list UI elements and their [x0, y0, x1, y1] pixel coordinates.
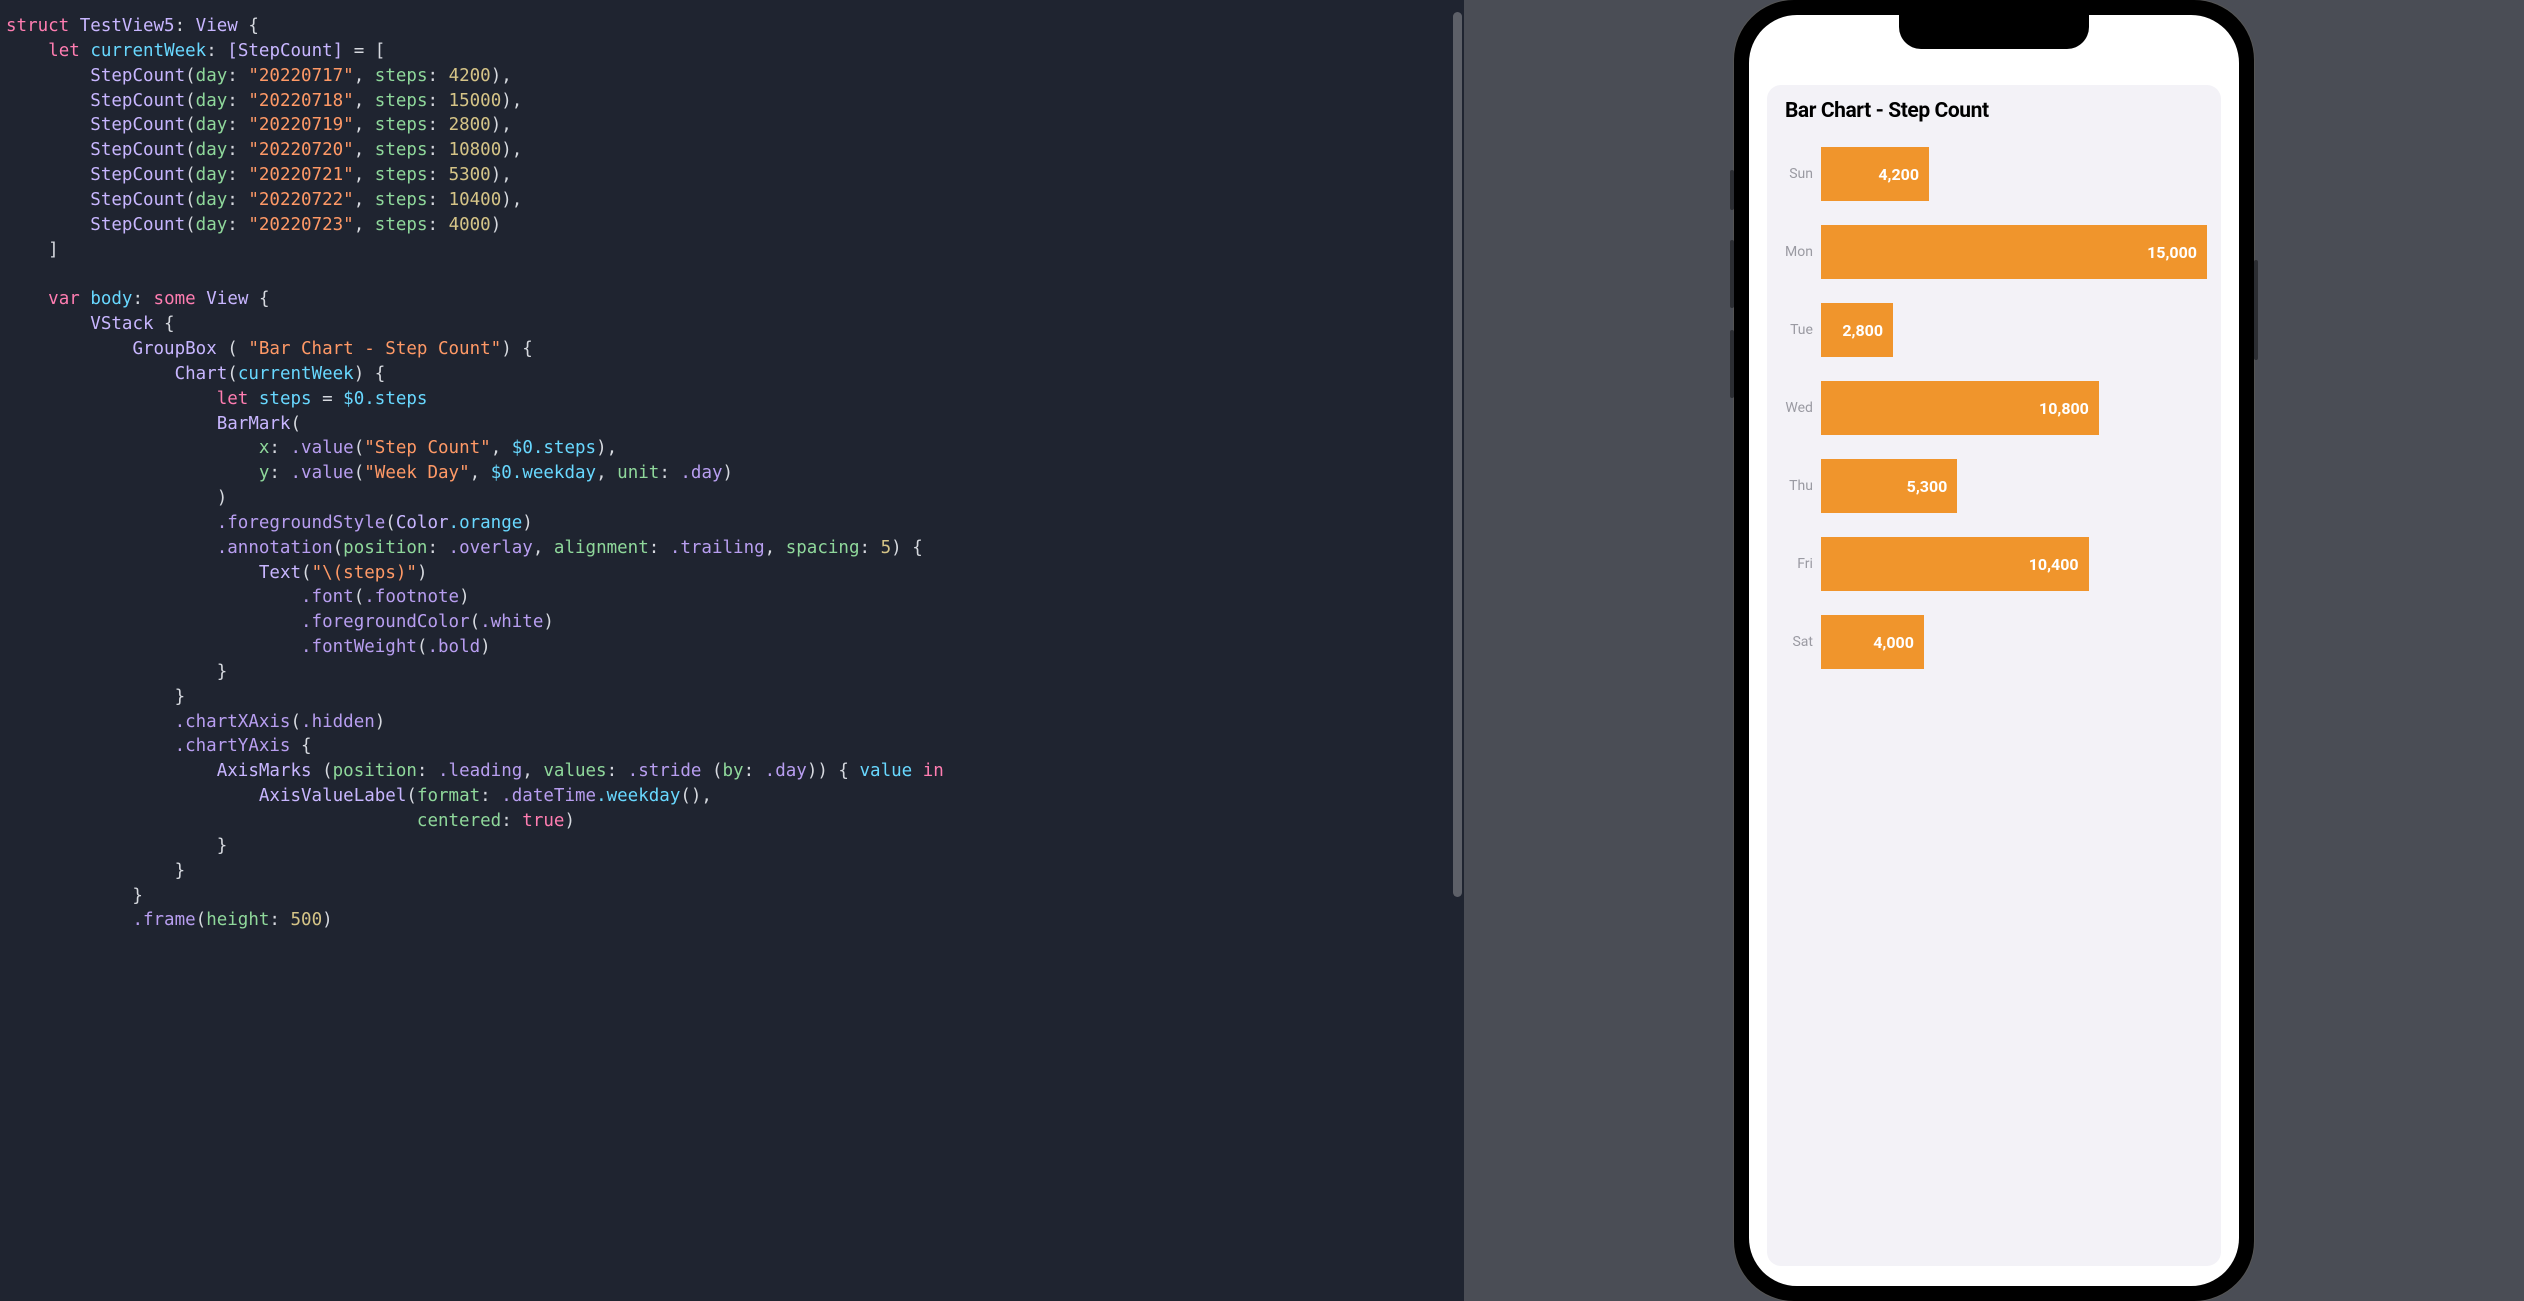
bar-value-label: 10,800: [2039, 399, 2089, 418]
editor-scrollbar[interactable]: [1453, 12, 1462, 897]
bar: 4,000: [1821, 615, 1924, 669]
y-axis-label: Tue: [1781, 322, 1821, 338]
y-axis-label: Thu: [1781, 478, 1821, 494]
bar: 15,000: [1821, 225, 2207, 279]
device-power-button: [2254, 260, 2258, 360]
workspace: struct TestView5: View { let currentWeek…: [0, 0, 2524, 1301]
iphone-device-frame: Bar Chart - Step Count Sun 4,200 Mon 15,000…: [1734, 0, 2254, 1301]
bar: 2,800: [1821, 303, 1893, 357]
chart-row: Tue 2,800: [1781, 303, 2207, 357]
chart-row: Mon 15,000: [1781, 225, 2207, 279]
bar-value-label: 5,300: [1907, 477, 1948, 496]
bar-track: 4,200: [1821, 147, 2207, 201]
chart-groupbox: Bar Chart - Step Count Sun 4,200 Mon 15,000…: [1767, 85, 2221, 1266]
app-content: Bar Chart - Step Count Sun 4,200 Mon 15,000…: [1749, 15, 2239, 1286]
y-axis-label: Sat: [1781, 634, 1821, 650]
bar-value-label: 4,000: [1873, 633, 1914, 652]
y-axis-label: Wed: [1781, 400, 1821, 416]
device-screen: Bar Chart - Step Count Sun 4,200 Mon 15,000…: [1749, 15, 2239, 1286]
groupbox-title: Bar Chart - Step Count: [1785, 99, 2207, 123]
bar-track: 10,800: [1821, 381, 2207, 435]
y-axis-label: Fri: [1781, 556, 1821, 572]
bar: 10,800: [1821, 381, 2099, 435]
bar: 5,300: [1821, 459, 1957, 513]
chart-row: Sat 4,000: [1781, 615, 2207, 669]
step-count-bar-chart: Sun 4,200 Mon 15,000 Tue 2,800 Wed 10,800 Thu 5,3…: [1781, 141, 2207, 669]
source-code[interactable]: struct TestView5: View { let currentWeek…: [6, 14, 1446, 933]
device-mute-switch: [1730, 170, 1734, 210]
preview-pane: Bar Chart - Step Count Sun 4,200 Mon 15,000…: [1464, 0, 2524, 1301]
code-editor[interactable]: struct TestView5: View { let currentWeek…: [0, 0, 1464, 1301]
chart-row: Thu 5,300: [1781, 459, 2207, 513]
device-volume-down: [1730, 330, 1734, 398]
bar-track: 2,800: [1821, 303, 2207, 357]
y-axis-label: Mon: [1781, 244, 1821, 260]
bar-track: 10,400: [1821, 537, 2207, 591]
bar: 10,400: [1821, 537, 2089, 591]
y-axis-label: Sun: [1781, 166, 1821, 182]
chart-row: Sun 4,200: [1781, 147, 2207, 201]
chart-row: Fri 10,400: [1781, 537, 2207, 591]
bar-track: 5,300: [1821, 459, 2207, 513]
bar-track: 15,000: [1821, 225, 2207, 279]
bar: 4,200: [1821, 147, 1929, 201]
device-volume-up: [1730, 240, 1734, 308]
bar-value-label: 2,800: [1842, 321, 1883, 340]
bar-value-label: 10,400: [2029, 555, 2079, 574]
bar-value-label: 4,200: [1878, 165, 1919, 184]
bar-track: 4,000: [1821, 615, 2207, 669]
bar-value-label: 15,000: [2147, 243, 2197, 262]
code-editor-pane: struct TestView5: View { let currentWeek…: [0, 0, 1464, 1301]
device-notch: [1899, 15, 2089, 49]
chart-row: Wed 10,800: [1781, 381, 2207, 435]
